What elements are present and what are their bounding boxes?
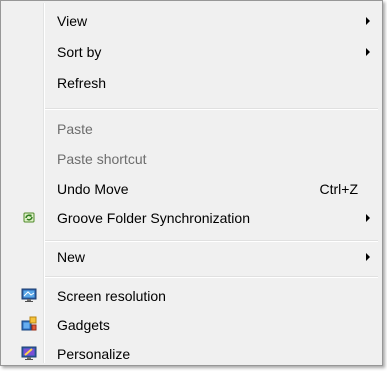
menu-item-label: Personalize <box>57 346 131 362</box>
menu-item-label: View <box>57 13 88 29</box>
submenu-arrow-icon <box>366 17 370 25</box>
menu-item-label: Screen resolution <box>57 288 166 304</box>
menu-separator <box>45 240 378 242</box>
desktop-context-menu: View Sort by Refresh Paste Paste shortcu… <box>0 0 383 366</box>
groove-sync-icon <box>23 212 35 223</box>
submenu-arrow-icon <box>366 214 370 222</box>
menu-item-gadgets[interactable]: Gadgets <box>3 314 380 336</box>
menu-separator <box>45 276 378 278</box>
menu-item-label: Undo Move <box>57 181 129 197</box>
submenu-arrow-icon <box>366 48 370 56</box>
menu-item-paste-shortcut: Paste shortcut <box>3 148 380 170</box>
menu-item-groove-folder-sync[interactable]: Groove Folder Synchronization <box>3 207 380 229</box>
menu-item-sort-by[interactable]: Sort by <box>3 41 380 63</box>
screen-resolution-icon <box>21 288 37 302</box>
personalize-icon <box>21 346 37 360</box>
menu-item-personalize[interactable]: Personalize <box>3 343 380 365</box>
menu-item-paste: Paste <box>3 118 380 140</box>
menu-item-label: Gadgets <box>57 317 110 333</box>
menu-item-undo-move[interactable]: Undo Move Ctrl+Z <box>3 178 380 200</box>
menu-item-label: Refresh <box>57 75 107 91</box>
menu-item-label: Sort by <box>57 44 102 60</box>
gadgets-icon <box>21 316 37 331</box>
menu-item-shortcut: Ctrl+Z <box>319 181 359 197</box>
menu-item-new[interactable]: New <box>3 246 380 268</box>
menu-item-refresh[interactable]: Refresh <box>3 72 380 94</box>
menu-item-label: Paste <box>57 121 93 137</box>
menu-item-label: Paste shortcut <box>57 151 147 167</box>
menu-item-label: Groove Folder Synchronization <box>57 210 250 226</box>
menu-item-view[interactable]: View <box>3 10 380 32</box>
menu-separator <box>45 108 378 110</box>
menu-item-screen-resolution[interactable]: Screen resolution <box>3 285 380 307</box>
submenu-arrow-icon <box>366 253 370 261</box>
menu-item-label: New <box>57 249 86 265</box>
